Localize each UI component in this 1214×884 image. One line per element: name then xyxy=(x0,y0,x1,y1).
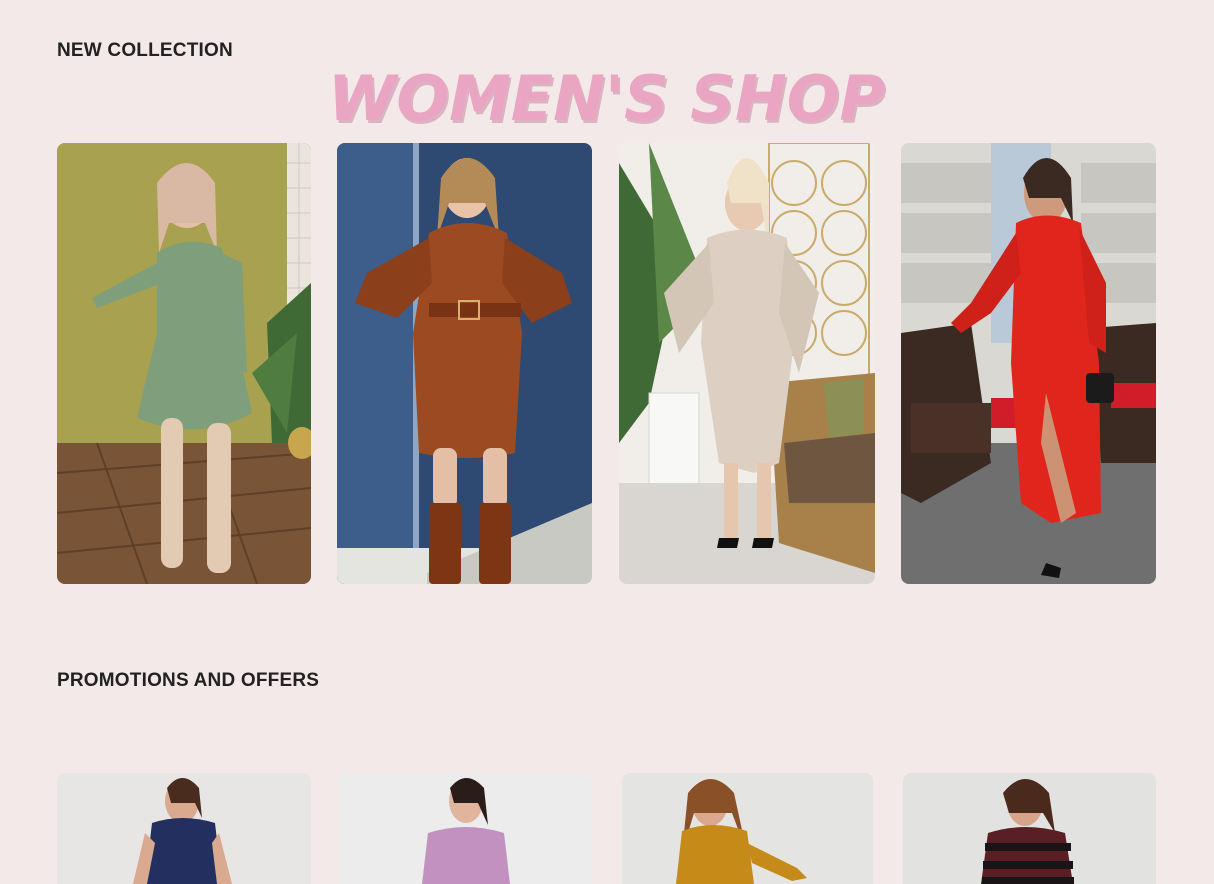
product-card-rust-leather-dress[interactable] xyxy=(337,143,592,584)
product-card-champagne-satin-dress[interactable] xyxy=(619,143,875,584)
promo-card-navy-lace-dress[interactable] xyxy=(57,773,311,884)
promo-card-lilac-dress[interactable] xyxy=(338,773,592,884)
brand-logo[interactable]: WOMEN'S SHOP WOMEN'S SHOP xyxy=(324,58,894,138)
champagne-satin-dress-photo xyxy=(619,143,875,584)
rust-leather-dress-photo xyxy=(337,143,592,584)
navy-lace-dress-photo xyxy=(57,773,311,884)
red-wrap-dress-photo xyxy=(901,143,1156,584)
promotions-heading: PROMOTIONS AND OFFERS xyxy=(57,670,320,691)
product-card-red-wrap-dress[interactable] xyxy=(901,143,1156,584)
brand-logo-text-front: WOMEN'S SHOP xyxy=(328,62,885,135)
sage-green-dress-photo xyxy=(57,143,311,584)
striped-shirt-photo xyxy=(903,773,1156,884)
new-collection-heading: NEW COLLECTION xyxy=(57,40,233,61)
mustard-shirt-dress-photo xyxy=(622,773,873,884)
lilac-dress-photo xyxy=(338,773,592,884)
product-card-sage-green-dress[interactable] xyxy=(57,143,311,584)
promo-card-striped-shirt[interactable] xyxy=(903,773,1156,884)
promo-card-mustard-shirt-dress[interactable] xyxy=(622,773,873,884)
